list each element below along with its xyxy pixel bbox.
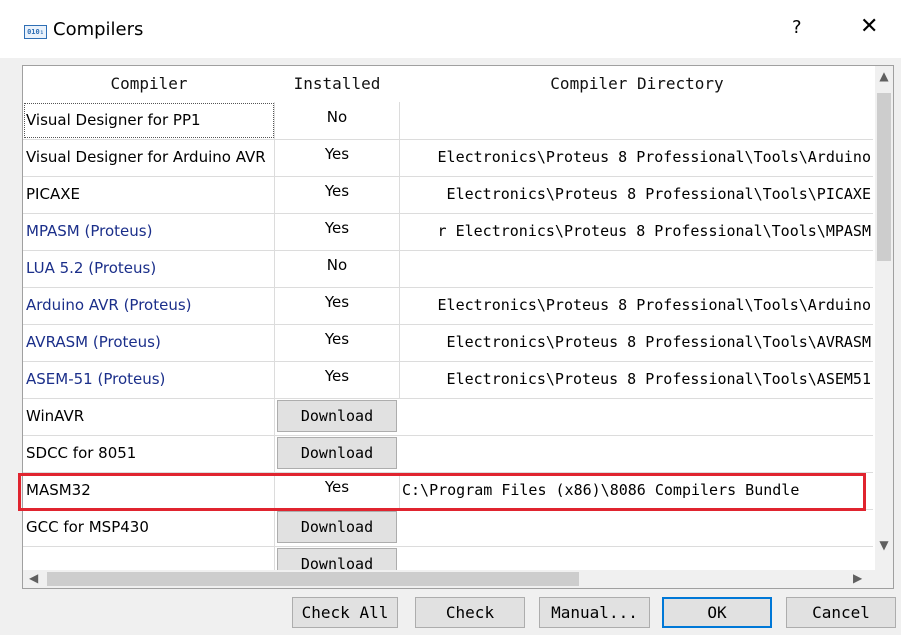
compiler-directory-cell[interactable] xyxy=(399,398,873,435)
compiler-name-cell[interactable]: LUA 5.2 (Proteus) xyxy=(23,250,275,287)
installed-status-cell: Yes xyxy=(275,176,400,213)
vertical-scroll-thumb[interactable] xyxy=(877,93,891,261)
table-row[interactable]: SDCC for 8051 Download xyxy=(23,435,873,473)
compiler-directory-cell[interactable] xyxy=(399,102,873,139)
download-button[interactable]: Download xyxy=(277,400,397,432)
table-row[interactable]: GCC for MSP430 Download xyxy=(23,509,873,547)
table-row[interactable]: Visual Designer for PP1 No xyxy=(23,102,873,140)
horizontal-scroll-thumb[interactable] xyxy=(47,572,579,586)
compiler-directory-cell[interactable]: Electronics\Proteus 8 Professional\Tools… xyxy=(399,324,873,361)
scroll-down-icon[interactable]: ▼ xyxy=(875,538,893,552)
compiler-directory-cell[interactable]: r Electronics\Proteus 8 Professional\Too… xyxy=(399,213,873,250)
compiler-name-cell[interactable]: MASM32 xyxy=(23,472,275,509)
horizontal-scrollbar[interactable]: ◀ ▶ xyxy=(23,570,875,588)
download-button[interactable]: Download xyxy=(277,511,397,543)
scroll-up-icon[interactable]: ▲ xyxy=(875,69,893,83)
directory-path-text: Electronics\Proteus 8 Professional\Tools… xyxy=(446,370,871,388)
compiler-name-cell[interactable]: GCC for MSP430 xyxy=(23,509,275,546)
installed-status-cell: Yes xyxy=(275,139,400,176)
scroll-right-icon[interactable]: ▶ xyxy=(853,571,862,585)
window-title: Compilers xyxy=(53,19,144,40)
installed-status-cell: No xyxy=(275,250,400,287)
compiler-name-cell[interactable]: Visual Designer for Arduino AVR xyxy=(23,139,275,176)
table-row[interactable]: LUA 5.2 (Proteus) No xyxy=(23,250,873,288)
manual-button[interactable]: Manual... xyxy=(539,597,650,628)
table-row[interactable]: Visual Designer for Arduino AVR Yes Electr… xyxy=(23,139,873,177)
compiler-directory-cell[interactable] xyxy=(399,250,873,287)
ok-button[interactable]: OK xyxy=(662,597,772,628)
download-button[interactable]: Download xyxy=(277,437,397,469)
compiler-name-cell[interactable]: WinAVR xyxy=(23,398,275,435)
column-header-installed[interactable]: Installed xyxy=(275,66,399,102)
table-row[interactable]: Arduino AVR (Proteus) Yes Electronics\Prot… xyxy=(23,287,873,325)
directory-path-text: Electronics\Proteus 8 Professional\Tools… xyxy=(446,185,871,203)
compiler-name-cell[interactable]: Arduino AVR (Proteus) xyxy=(23,287,275,324)
compiler-directory-cell[interactable]: Electronics\Proteus 8 Professional\Tools… xyxy=(399,176,873,213)
compiler-name-cell[interactable]: SDCC for 8051 xyxy=(23,435,275,472)
compiler-name-cell[interactable]: MPASM (Proteus) xyxy=(23,213,275,250)
compiler-directory-cell[interactable]: C:\Program Files (x86)\8086 Compilers Bu… xyxy=(399,472,873,509)
compiler-directory-cell[interactable] xyxy=(399,435,873,472)
compiler-directory-cell[interactable]: Electronics\Proteus 8 Professional\Tools… xyxy=(399,287,873,324)
help-button[interactable]: ? xyxy=(792,17,802,38)
compilers-table: Compiler Installed Compiler Directory Vi… xyxy=(22,65,894,589)
scrollbar-corner xyxy=(875,570,893,588)
directory-path-text: r Electronics\Proteus 8 Professional\Too… xyxy=(437,222,871,240)
cancel-button[interactable]: Cancel xyxy=(786,597,896,628)
close-button[interactable]: ✕ xyxy=(860,14,878,39)
compiler-directory-cell[interactable]: Electronics\Proteus 8 Professional\Tools… xyxy=(399,139,873,176)
installed-status-cell: Yes xyxy=(275,287,400,324)
compiler-directory-cell[interactable] xyxy=(399,509,873,546)
installed-status-cell: Yes xyxy=(275,324,400,361)
title-bar: 010₁ Compilers ? ✕ xyxy=(0,0,901,58)
directory-path-text: Electronics\Proteus 8 Professional\Tools… xyxy=(446,333,871,351)
directory-path-text: Electronics\Proteus 8 Professional\Tools… xyxy=(437,148,871,166)
check-button[interactable]: Check xyxy=(415,597,525,628)
table-row[interactable]: AVRASM (Proteus) Yes Electronics\Proteus 8… xyxy=(23,324,873,362)
table-row[interactable]: MASM32 Yes C:\Program Files (x86)\8086 Com… xyxy=(23,472,873,510)
column-header-compiler[interactable]: Compiler xyxy=(23,66,275,102)
scroll-left-icon[interactable]: ◀ xyxy=(29,571,38,585)
compiler-name-cell[interactable]: AVRASM (Proteus) xyxy=(23,324,275,361)
table-row[interactable]: WinAVR Download xyxy=(23,398,873,436)
compiler-name-cell[interactable]: PICAXE xyxy=(23,176,275,213)
compiler-name-cell[interactable]: ASEM-51 (Proteus) xyxy=(23,361,275,398)
table-row[interactable]: PICAXE Yes Electronics\Proteus 8 Professio… xyxy=(23,176,873,214)
column-header-directory[interactable]: Compiler Directory xyxy=(401,66,873,102)
directory-path-text: C:\Program Files (x86)\8086 Compilers Bu… xyxy=(402,481,800,499)
binary-icon: 010₁ xyxy=(24,25,47,39)
directory-path-text: Electronics\Proteus 8 Professional\Tools… xyxy=(437,296,871,314)
check-all-button[interactable]: Check All xyxy=(292,597,398,628)
installed-status-cell: Yes xyxy=(275,472,400,509)
compiler-directory-cell[interactable]: Electronics\Proteus 8 Professional\Tools… xyxy=(399,361,873,398)
compiler-name-cell[interactable]: Visual Designer for PP1 xyxy=(23,102,275,139)
installed-status-cell: Yes xyxy=(275,213,400,250)
table-row[interactable]: ASEM-51 (Proteus) Yes Electronics\Proteus … xyxy=(23,361,873,399)
installed-status-cell: No xyxy=(275,102,400,139)
installed-status-cell: Yes xyxy=(275,361,400,398)
vertical-scrollbar[interactable]: ▲ ▼ xyxy=(875,66,893,570)
table-row[interactable]: MPASM (Proteus) Yes r Electronics\Proteus … xyxy=(23,213,873,251)
